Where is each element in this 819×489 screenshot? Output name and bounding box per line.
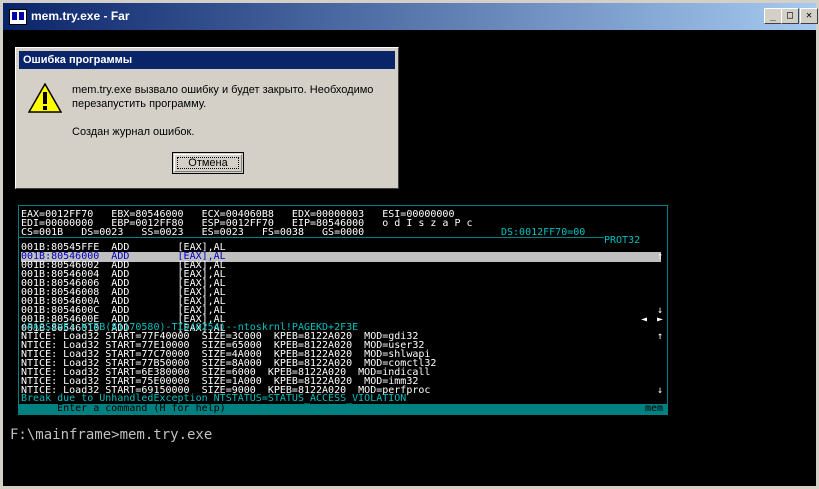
log-scroll-down-icon[interactable]: ↓ xyxy=(657,386,663,396)
mem-label: mem xyxy=(644,403,663,414)
log-scroll-up-icon[interactable]: ↑ xyxy=(657,332,663,342)
maximize-button[interactable]: □ xyxy=(781,8,799,24)
dialog-title: Ошибка программы xyxy=(19,51,395,69)
error-dialog: Ошибка программы mem.try.exe вызвало оши… xyxy=(15,47,399,189)
scroll-up-icon[interactable]: ↑ xyxy=(657,252,663,262)
close-button[interactable]: ✕ xyxy=(800,8,818,24)
title-bar[interactable]: mem.try.exe - Far _ □ ✕ xyxy=(3,3,818,30)
console-prompt: F:\mainframe>mem.try.exe xyxy=(10,427,213,443)
scroll-right-icon[interactable]: ► xyxy=(657,315,663,325)
warning-icon xyxy=(28,83,62,113)
dialog-message: mem.try.exe вызвало ошибку и будет закры… xyxy=(72,84,374,110)
far-app-icon[interactable] xyxy=(9,9,27,25)
softice-debugger-panel[interactable]: EAX=0012FF70 EBX=80546000 ECX=004060B8 E… xyxy=(18,205,668,415)
scroll-left-icon[interactable]: ◄ xyxy=(641,315,647,325)
command-hint-bar: Enter a command (H for help) mem xyxy=(19,404,667,414)
prot-label: PROT32 xyxy=(604,235,641,246)
dialog-log-text: Создан журнал ошибок. xyxy=(72,126,195,138)
command-hint: Enter a command (H for help) xyxy=(27,403,226,414)
cancel-button[interactable]: Отмена xyxy=(172,152,244,174)
minimize-button[interactable]: _ xyxy=(764,8,782,24)
window-title: mem.try.exe - Far xyxy=(31,9,130,23)
cancel-button-label: Отмена xyxy=(188,157,228,169)
